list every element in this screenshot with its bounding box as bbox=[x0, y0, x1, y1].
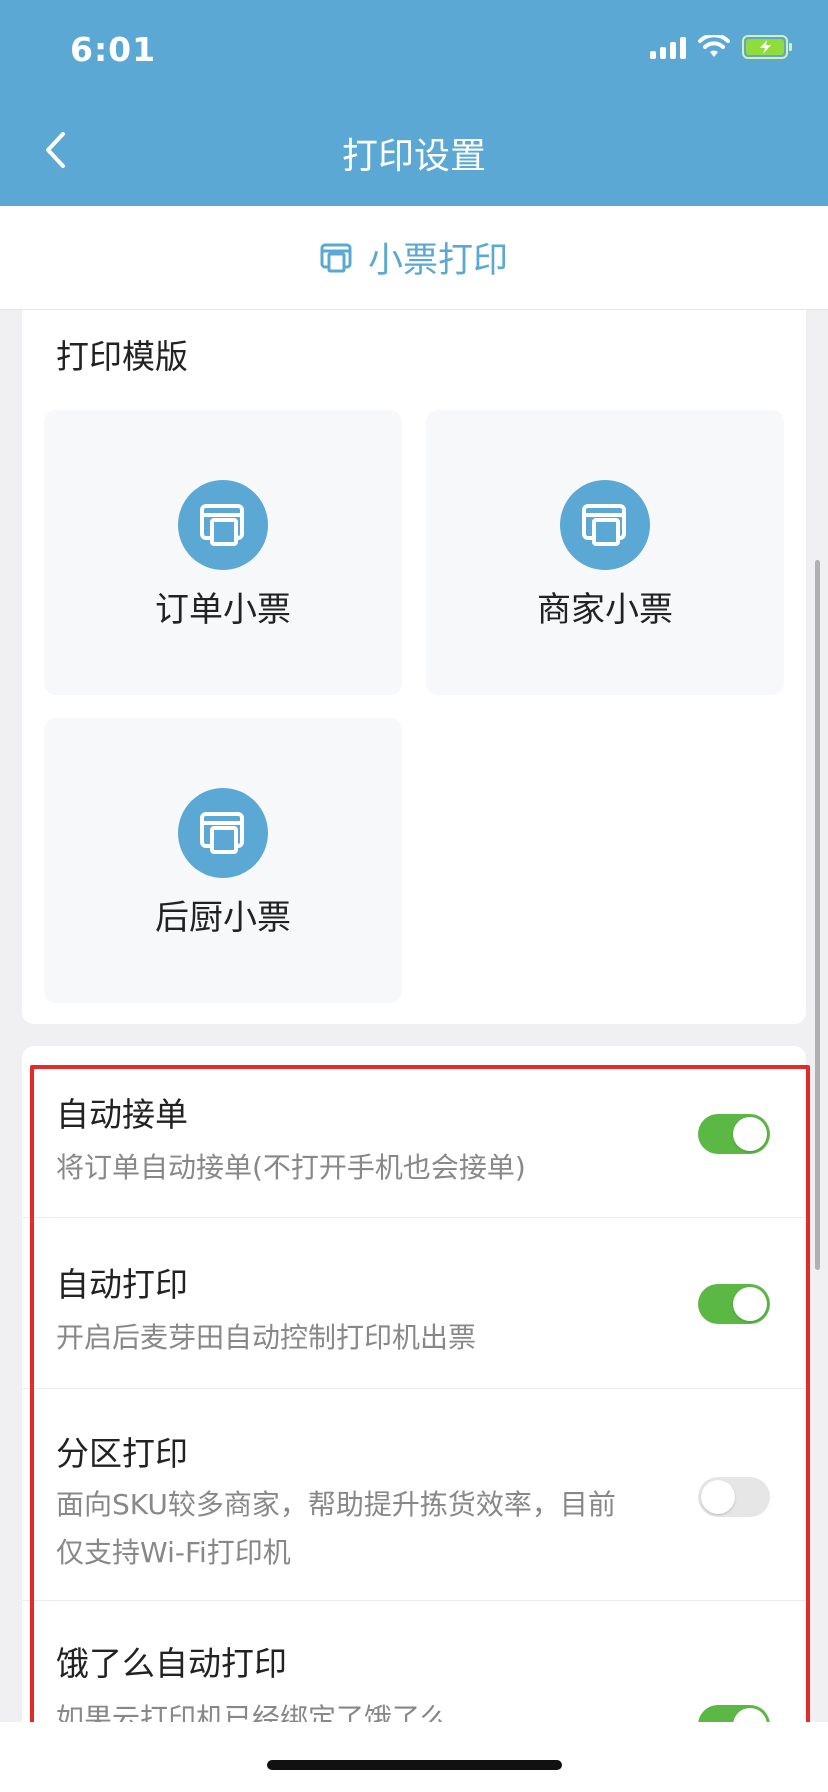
printer-icon bbox=[178, 480, 268, 570]
templates-section-title: 打印模版 bbox=[56, 337, 188, 376]
setting-title: 分区打印 bbox=[56, 1434, 188, 1473]
printer-icon bbox=[178, 788, 268, 878]
setting-desc: 开启后麦芽田自动控制打印机出票 bbox=[56, 1321, 477, 1354]
setting-desc-line: 面向SKU较多商家，帮助提升拣货效率，目前 bbox=[56, 1488, 616, 1521]
printer-icon bbox=[320, 243, 352, 272]
template-label: 订单小票 bbox=[155, 590, 291, 630]
template-label: 商家小票 bbox=[537, 590, 673, 630]
tab-receipt-print[interactable]: 小票打印 bbox=[0, 206, 828, 310]
setting-title: 饿了么自动打印 bbox=[56, 1644, 287, 1683]
page-title: 打印设置 bbox=[341, 136, 486, 177]
home-area bbox=[0, 1722, 828, 1792]
setting-zone-print: 分区打印 面向SKU较多商家，帮助提升拣货效率，目前 仅支持Wi-Fi打印机 bbox=[22, 1389, 806, 1601]
status-time: 6:01 bbox=[70, 30, 157, 69]
auto-print-toggle[interactable] bbox=[698, 1284, 770, 1324]
home-indicator[interactable] bbox=[267, 1760, 562, 1770]
auto-accept-toggle[interactable] bbox=[698, 1114, 770, 1154]
status-icons bbox=[650, 34, 794, 60]
setting-desc: 面向SKU较多商家，帮助提升拣货效率，目前 仅支持Wi-Fi打印机 bbox=[56, 1481, 656, 1577]
template-kitchen-receipt[interactable]: 后厨小票 bbox=[44, 718, 402, 1003]
settings-card: 自动接单 将订单自动接单(不打开手机也会接单) 自动打印 开启后麦芽田自动控制打… bbox=[22, 1046, 806, 1746]
tab-label: 小票打印 bbox=[367, 241, 508, 281]
status-bar: 6:01 bbox=[0, 0, 828, 100]
template-order-receipt[interactable]: 订单小票 bbox=[44, 410, 402, 695]
setting-desc-line: 仅支持Wi-Fi打印机 bbox=[56, 1536, 291, 1569]
setting-desc: 将订单自动接单(不打开手机也会接单) bbox=[56, 1151, 526, 1184]
setting-auto-print: 自动打印 开启后麦芽田自动控制打印机出票 bbox=[22, 1218, 806, 1389]
scrollbar[interactable] bbox=[815, 560, 820, 1270]
signal-icon bbox=[650, 35, 686, 59]
zone-print-toggle[interactable] bbox=[698, 1477, 770, 1517]
templates-card: 打印模版 订单小票 商家小票 后厨小票 bbox=[22, 310, 806, 1024]
template-merchant-receipt[interactable]: 商家小票 bbox=[426, 410, 784, 695]
nav-bar: 打印设置 bbox=[0, 100, 828, 206]
printer-icon bbox=[560, 480, 650, 570]
setting-title: 自动打印 bbox=[56, 1265, 188, 1304]
battery-charging-icon bbox=[742, 35, 792, 59]
wifi-icon bbox=[698, 35, 730, 57]
setting-auto-accept: 自动接单 将订单自动接单(不打开手机也会接单) bbox=[22, 1046, 806, 1218]
setting-title: 自动接单 bbox=[56, 1095, 188, 1134]
app-header: 6:01 打印设置 bbox=[0, 0, 828, 206]
template-label: 后厨小票 bbox=[155, 898, 291, 938]
